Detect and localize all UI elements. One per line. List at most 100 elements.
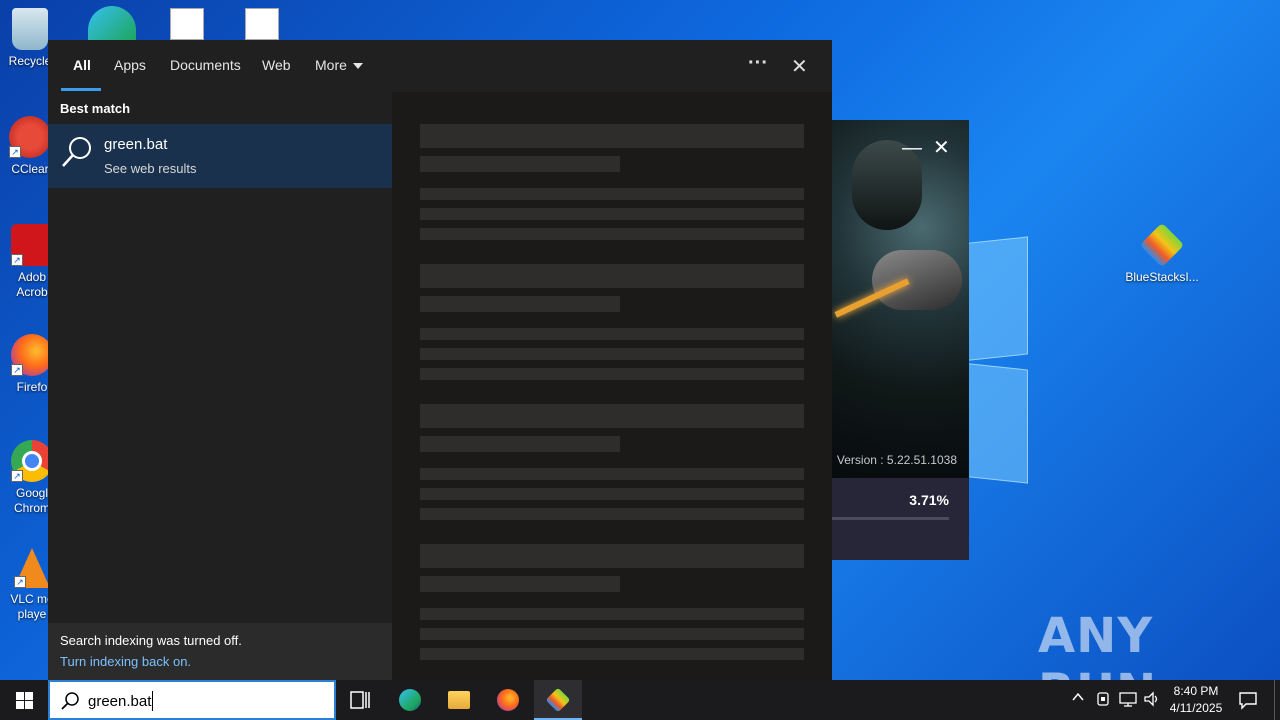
file-icon[interactable] [245,8,279,40]
search-tabs: All Apps Documents Web More ··· ✕ [48,40,832,92]
edge-desktop-icon[interactable] [88,6,136,42]
skeleton-title [420,124,804,148]
chevron-down-icon [352,63,363,70]
skeleton-line [420,488,804,500]
results-column: Best match green.bat See web results Sea… [48,92,392,680]
indexing-message: Search indexing was turned off. [60,633,242,648]
skeleton-line [420,368,804,380]
chevron-up-icon [1072,692,1084,701]
skeleton-line [420,228,804,240]
network-icon [1119,692,1137,707]
search-panel: All Apps Documents Web More ··· ✕ Best m… [48,40,832,680]
skeleton-line [420,628,804,640]
best-match-result[interactable]: green.bat See web results [48,124,392,188]
vlc-icon: ↗ [14,548,50,588]
taskbar-search-input[interactable]: green.bat [48,680,336,720]
progress-percent: 3.71% [909,492,949,508]
desktop-icon-bluestacks[interactable]: BlueStacksI... [1124,222,1200,285]
skeleton-title [420,264,804,288]
skeleton-line [420,208,804,220]
search-icon [62,137,91,167]
bluestacks-icon [545,687,571,713]
bluestacks-installer-window: — ✕ Version : 5.22.51.1038 3.71% [812,120,969,560]
search-icon [61,692,79,710]
anyrun-watermark: ANY RUN [1038,608,1156,680]
more-options-button[interactable]: ··· [748,52,768,75]
artwork-armor [872,250,962,310]
tray-app-icon[interactable] [1096,691,1110,720]
firefox-icon [497,689,519,711]
close-button[interactable]: ✕ [933,138,950,158]
notifications-button[interactable] [1238,690,1258,720]
version-label: Version : 5.22.51.1038 [836,453,957,467]
result-subtitle: See web results [104,161,197,176]
skeleton-line [420,576,620,592]
taskbar-edge[interactable] [386,680,434,720]
skeleton-title [420,544,804,568]
progress-bar [812,517,949,520]
best-match-heading: Best match [60,101,131,116]
skeleton-line [420,328,804,340]
close-search-button[interactable]: ✕ [791,54,808,79]
installer-progress-area: 3.71% [812,478,969,560]
shortcut-arrow-icon: ↗ [14,576,26,588]
result-title: green.bat [104,136,168,153]
taskbar-file-explorer[interactable] [435,680,483,720]
firefox-icon: ↗ [11,334,53,376]
chrome-icon: ↗ [11,440,53,482]
clock-time: 8:40 PM [1173,684,1219,698]
desktop-icon-label: BlueStacksI... [1125,270,1199,284]
show-desktop-button[interactable] [1274,680,1280,720]
shortcut-arrow-icon: ↗ [9,146,21,158]
edge-icon [399,689,421,711]
shortcut-arrow-icon: ↗ [11,254,23,266]
skeleton-line [420,348,804,360]
search-query-text: green.bat [88,693,152,710]
skeleton-title [420,404,804,428]
skeleton-line [420,508,804,520]
tab-documents[interactable]: Documents [170,57,241,73]
acrobat-icon: ↗ [11,224,53,266]
installer-artwork [812,120,969,478]
taskbar: green.bat 8:40 PM 4/11/2025 [0,680,1280,720]
recycle-bin-icon [12,8,48,50]
skeleton-line [420,648,804,660]
skeleton-line [420,468,804,480]
start-button[interactable] [0,680,48,720]
taskbar-bluestacks[interactable] [534,680,582,720]
file-icon[interactable] [170,8,204,40]
show-hidden-icons-button[interactable] [1071,690,1085,720]
windows-logo-wallpaper [960,200,1260,520]
text-cursor [152,691,153,711]
task-view-button[interactable] [336,680,384,720]
skeleton-line [420,608,804,620]
taskbar-clock[interactable]: 8:40 PM 4/11/2025 [1160,683,1232,717]
task-view-icon [350,691,370,709]
active-tab-indicator [61,88,101,91]
shortcut-arrow-icon: ↗ [11,470,23,482]
speaker-icon [1144,691,1158,707]
indexing-notice: Search indexing was turned off. Turn ind… [48,623,392,680]
notification-icon [1239,692,1257,710]
tab-apps[interactable]: Apps [114,57,146,73]
skeleton-line [420,156,620,172]
shortcut-arrow-icon: ↗ [11,364,23,376]
skeleton-line [420,296,620,312]
tab-more[interactable]: More [315,57,363,73]
device-icon [1097,692,1109,706]
turn-indexing-on-link[interactable]: Turn indexing back on. [60,654,191,669]
ccleaner-icon: ↗ [9,116,51,158]
skeleton-line [420,436,620,452]
skeleton-line [420,188,804,200]
volume-button[interactable] [1143,691,1161,720]
folder-icon [448,691,470,709]
tab-more-label: More [315,57,347,73]
minimize-button[interactable]: — [902,138,922,158]
taskbar-firefox[interactable] [484,680,532,720]
tab-all[interactable]: All [73,57,91,73]
bluestacks-icon [1139,222,1185,268]
clock-date: 4/11/2025 [1169,701,1223,715]
tab-web[interactable]: Web [262,57,291,73]
preview-column-loading [392,92,832,680]
network-button[interactable] [1119,691,1137,720]
